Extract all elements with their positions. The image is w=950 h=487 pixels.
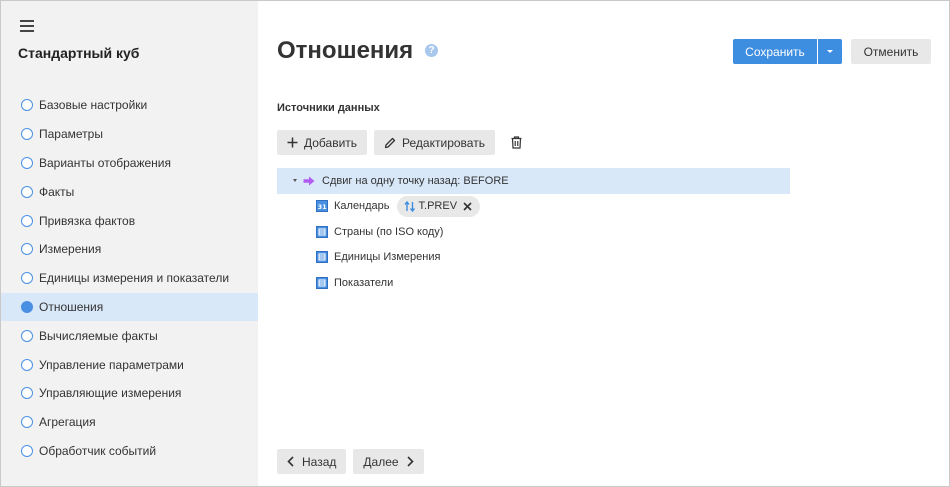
sidebar-item-aggregation[interactable]: Агрегация [1,408,258,437]
help-icon[interactable]: ? [425,44,438,57]
tree-row-dimension[interactable]: Страны (по ISO коду) [277,219,790,245]
sidebar-item-label: Привязка фактов [39,213,136,228]
radio-icon [21,387,33,400]
sidebar: Стандартный куб Базовые настройки Параме… [1,1,258,486]
cancel-button[interactable]: Отменить [851,39,931,64]
main-panel: Отношения ? Сохранить Отменить Источники… [258,1,949,486]
relation-arrow-icon [303,176,315,186]
sidebar-item-label: Управляющие измерения [39,386,182,401]
sidebar-title: Стандартный куб [18,45,140,61]
sidebar-item-base-settings[interactable]: Базовые настройки [1,91,258,120]
tree-row-label: Единицы Измерения [334,251,441,264]
sidebar-item-relations[interactable]: Отношения [1,292,258,322]
next-button-label: Далее [363,454,399,469]
sidebar-item-calculated-facts[interactable]: Вычисляемые факты [1,321,258,350]
sidebar-item-label: Обработчик событий [39,443,157,458]
sidebar-item-fact-binding[interactable]: Привязка фактов [1,206,258,235]
sidebar-item-label: Агрегация [39,415,96,430]
back-button[interactable]: Назад [277,449,347,474]
svg-text:31: 31 [318,203,328,211]
data-sources-label: Источники данных [277,102,380,114]
sidebar-item-display-options[interactable]: Варианты отображения [1,149,258,178]
caret-down-icon [827,50,833,53]
dictionary-icon [316,276,328,289]
save-button-group: Сохранить [733,39,842,64]
chip-label: T.PREV [418,200,458,213]
sidebar-item-label: Вычисляемые факты [39,328,158,343]
tree-row-label: Показатели [334,276,394,289]
tree-row-dimension[interactable]: Показатели [277,270,790,296]
radio-selected-icon [21,300,33,313]
radio-icon [21,128,33,141]
sidebar-item-label: Базовые настройки [39,98,148,113]
radio-icon [21,214,33,227]
save-options-dropdown[interactable] [817,39,842,64]
chevron-left-icon [287,456,294,467]
data-sources-tree: Сдвиг на одну точку назад: BEFORE 31 Кал… [277,168,790,296]
sidebar-item-label: Измерения [39,242,102,257]
sidebar-item-control-dimensions[interactable]: Управляющие измерения [1,379,258,408]
sidebar-nav: Базовые настройки Параметры Варианты ото… [1,91,258,465]
sidebar-item-parameter-management[interactable]: Управление параметрами [1,350,258,379]
radio-icon [21,156,33,169]
radio-icon [21,416,33,429]
tree-row-dimension[interactable]: 31 Календарь T.PREV [277,194,790,220]
sidebar-item-label: Факты [39,184,75,199]
chevron-right-icon [406,456,414,467]
radio-icon [21,444,33,457]
wizard-navigation: Назад Далее [277,449,424,474]
tree-row-relation[interactable]: Сдвиг на одну точку назад: BEFORE [277,168,790,194]
radio-icon [21,99,33,112]
sidebar-item-label: Управление параметрами [39,357,184,372]
data-sources-toolbar: Добавить Редактировать [277,130,529,155]
add-button[interactable]: Добавить [277,130,368,155]
sort-arrows-icon [403,200,416,212]
delete-icon[interactable] [504,130,529,155]
tree-row-label: Страны (по ISO коду) [334,225,444,238]
dictionary-icon [316,251,328,264]
tree-row-label: Сдвиг на одну точку назад: BEFORE [322,174,509,187]
page-title: Отношения [277,37,414,64]
sidebar-item-parameters[interactable]: Параметры [1,120,258,149]
sidebar-item-facts[interactable]: Факты [1,177,258,206]
radio-icon [21,243,33,256]
sidebar-item-label: Варианты отображения [39,155,172,170]
radio-icon [21,329,33,342]
expand-caret-icon[interactable] [293,179,297,183]
edit-button-label: Редактировать [402,135,485,150]
calendar-dimension-icon: 31 [316,200,328,213]
add-button-label: Добавить [304,135,358,150]
save-button[interactable]: Сохранить [733,39,817,64]
tree-row-dimension[interactable]: Единицы Измерения [277,245,790,271]
radio-icon [21,358,33,371]
relation-chip[interactable]: T.PREV [396,195,481,217]
next-button[interactable]: Далее [353,449,424,474]
sidebar-item-label: Единицы измерения и показатели [39,271,230,286]
pencil-icon [384,137,396,149]
hamburger-icon[interactable] [20,20,34,32]
sidebar-item-units[interactable]: Единицы измерения и показатели [1,264,258,293]
plus-icon [287,137,298,148]
tree-row-label: Календарь [334,200,390,213]
close-icon[interactable] [463,202,472,211]
radio-icon [21,272,33,285]
sidebar-item-dimensions[interactable]: Измерения [1,235,258,264]
dictionary-icon [316,225,328,238]
edit-button[interactable]: Редактировать [374,130,495,155]
back-button-label: Назад [302,454,337,469]
radio-icon [21,185,33,198]
app-window: Стандартный куб Базовые настройки Параме… [0,0,950,487]
sidebar-item-label: Отношения [39,299,104,314]
sidebar-item-event-handler[interactable]: Обработчик событий [1,437,258,466]
sidebar-item-label: Параметры [39,127,103,142]
